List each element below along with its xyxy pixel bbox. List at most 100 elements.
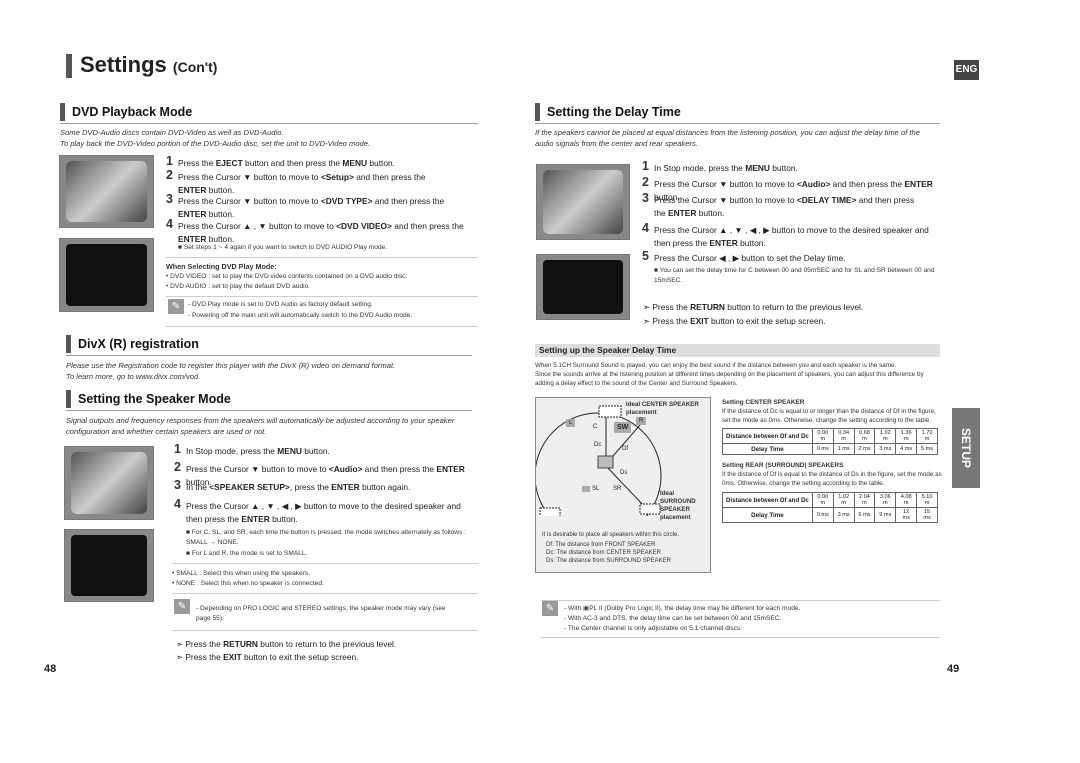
divider — [166, 326, 478, 327]
text-segment: button. — [206, 184, 235, 195]
speaker-sl: SL — [582, 486, 600, 492]
step-number: 2 — [642, 175, 649, 189]
text-segment: In Stop mode, press the — [654, 163, 746, 173]
text-segment: button to exit the setup screen. — [241, 652, 359, 662]
speaker-placement-diagram: Ideal CENTER SPEAKER placement L C SW R … — [535, 397, 711, 573]
menu-screenshot-raccoon — [536, 164, 630, 240]
menu-screenshot-cheetah — [59, 155, 154, 228]
divider — [66, 355, 472, 356]
side-tab-setup: SETUP — [952, 408, 980, 488]
text-segment: button. — [696, 207, 725, 218]
dvd-step-note: ■ Set steps 1 ~ 4 again if you want to s… — [178, 244, 388, 251]
text-segment: ENTER — [241, 513, 270, 524]
table-cell: 1 ms — [832, 443, 855, 455]
table-cell: 6 ms — [853, 507, 876, 523]
step-number: 1 — [174, 442, 181, 456]
label-line: placement — [660, 514, 691, 521]
text-segment: button. — [737, 237, 766, 248]
table-row: Distance between Df and Dc 0.00 m 1.02 m 2.… — [722, 492, 938, 508]
text-segment: Press the Cursor ◀ , ▶ button to set the… — [654, 253, 846, 263]
text-segment: <DVD TYPE> — [320, 196, 373, 206]
text-segment: MENU — [342, 158, 368, 168]
table-cell: 3.06 m — [874, 492, 897, 508]
speaker-item: • SMALL : Select this when using the spe… — [172, 570, 311, 577]
page-title: Settings (Con't) — [80, 52, 217, 78]
page-number-right: 49 — [947, 663, 960, 675]
delay-note: - The Center channel is only adjustable … — [564, 625, 743, 632]
speaker-item: • NONE : Select this when no speaker is … — [172, 580, 324, 587]
speaker-delay-intro: adding a delay effect to the sound of th… — [535, 380, 738, 387]
speaker-delay-intro: When 5.1CH Surround Sound is played, you… — [535, 362, 897, 369]
text-segment: button to return to the previous level. — [724, 302, 864, 312]
text-segment: ENTER — [178, 184, 207, 195]
table-cell: 0.34 m — [832, 428, 855, 444]
step-number: 2 — [174, 460, 181, 474]
text-segment: <DELAY TIME> — [796, 195, 857, 205]
title-text: Settings — [80, 52, 167, 77]
text-segment: EXIT — [690, 316, 709, 326]
speaker-sw: SW — [614, 422, 632, 433]
rear-delay-table: Distance between Df and Dc 0.00 m 1.02 m 2.… — [722, 492, 938, 523]
speaker-l: L — [566, 419, 576, 427]
text-segment: and then press the — [372, 196, 445, 206]
step-number: 3 — [174, 478, 181, 492]
label-line: SURROUND — [660, 498, 696, 505]
text-segment: , press the — [289, 482, 332, 492]
speaker-r: R — [636, 417, 647, 425]
table-cell: 1.02 m — [874, 428, 897, 444]
delay-step-4: 4 Press the Cursor ▲ , ▼ , ◀ , ▶ button t… — [642, 222, 946, 249]
text-segment: EXIT — [223, 652, 242, 662]
divider — [172, 563, 478, 564]
table-cell: 3 ms — [832, 507, 855, 523]
divx-heading: DivX (R) registration — [66, 335, 199, 353]
text-segment: ENTER — [709, 237, 738, 248]
exit-hint: ➣ Press the EXIT button to exit the setu… — [176, 651, 359, 664]
note-pencil-icon: ✎ — [542, 601, 558, 616]
text-segment: button and then press the — [242, 158, 343, 168]
row-label: Distance between Df and Dc — [722, 492, 813, 508]
text-segment: ENTER — [331, 482, 360, 492]
table-cell: 3 ms — [874, 443, 897, 455]
text-segment: Press the Cursor ▼ button to move to — [654, 179, 797, 189]
speaker-step-note: ■ For L and R, the mode is set to SMALL. — [186, 550, 308, 557]
step-number: 4 — [642, 221, 649, 235]
delay-intro: If the speakers cannot be placed at equa… — [535, 128, 920, 148]
step-number: 3 — [166, 192, 173, 206]
distance-ds: Ds — [620, 470, 628, 476]
text-segment: MENU — [277, 446, 302, 456]
divider — [541, 637, 940, 638]
divx-intro-1: Please use the Registration code to regi… — [66, 361, 396, 370]
divx-intro-2: To learn more, go to www.divx.com/vod. — [66, 372, 201, 381]
delay-note: - With AC-3 and DTS, the delay time can … — [564, 615, 782, 622]
delay-step-5: 5 Press the Cursor ◀ , ▶ button to set th… — [642, 250, 944, 265]
delay-step-3: 3 Press the Cursor ▼ button to move to <D… — [642, 192, 924, 219]
divider — [541, 600, 940, 601]
speaker-c: C — [593, 424, 598, 430]
text-segment: button. — [301, 446, 330, 456]
dvd-note: - DVD Play mode is set to DVD Audio as f… — [188, 301, 373, 308]
text-segment: <DVD VIDEO> — [336, 221, 392, 231]
distance-df: Df — [622, 446, 628, 452]
table-cell: 2.04 m — [853, 492, 876, 508]
text-segment: EJECT — [215, 158, 243, 168]
text-segment: ENTER — [436, 464, 465, 474]
speaker-sr: SR — [613, 486, 622, 492]
exit-hint: ➣ Press the EXIT button to exit the setu… — [643, 315, 826, 328]
dvd-step-1: 1 Press the EJECT button and then press t… — [166, 155, 478, 170]
table-cell: 0 ms — [811, 507, 834, 523]
center-placement-label: Ideal CENTER SPEAKER placement — [626, 401, 699, 416]
table-cell: 9 ms — [874, 507, 897, 523]
menu-screenshot-raccoon — [64, 446, 154, 520]
step-number: 4 — [166, 217, 173, 231]
speaker-note: - Depending on PRO LOGIC and STEREO sett… — [196, 605, 446, 622]
divider — [166, 296, 478, 297]
text-segment: ➣ Press the — [176, 639, 224, 649]
speaker-mode-heading: Setting the Speaker Mode — [66, 390, 231, 408]
divider — [172, 593, 478, 594]
text-segment: Press the — [178, 158, 216, 168]
return-hint: ➣ Press the RETURN button to return to t… — [643, 301, 863, 314]
text-segment: ENTER — [178, 208, 207, 219]
note-pencil-icon: ✎ — [174, 599, 190, 614]
divider — [172, 630, 478, 631]
text-segment: RETURN — [223, 639, 258, 649]
